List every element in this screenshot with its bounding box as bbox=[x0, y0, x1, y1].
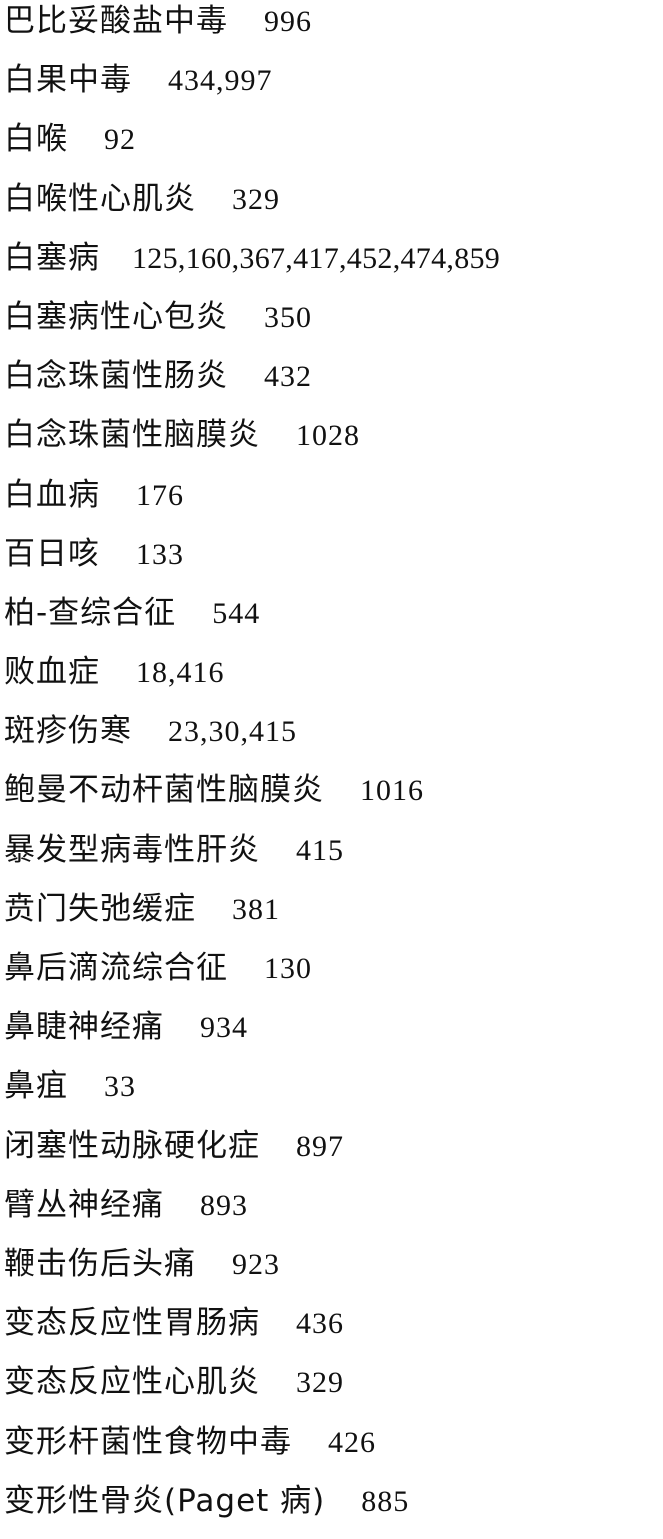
page-numbers: 893 bbox=[200, 1188, 248, 1222]
index-term: 变态反应性胃肠病 bbox=[4, 1305, 260, 1342]
index-entry: 白塞病性心包炎 350 bbox=[4, 296, 659, 355]
index-term: 贲门失弛缓症 bbox=[4, 890, 196, 927]
index-term: 鼻睫神经痛 bbox=[4, 1009, 164, 1046]
index-entry: 斑疹伤寒 23,30,415 bbox=[4, 710, 659, 769]
index-entry: 鼻睫神经痛 934 bbox=[4, 1006, 659, 1065]
page-numbers: 934 bbox=[200, 1011, 248, 1045]
index-term: 白塞病 bbox=[4, 239, 100, 276]
page-numbers: 133 bbox=[136, 537, 184, 571]
page-numbers: 92 bbox=[104, 123, 136, 157]
index-term: 斑疹伤寒 bbox=[4, 713, 132, 750]
index-term: 百日咳 bbox=[4, 535, 100, 572]
index-entry: 闭塞性动脉硬化症 897 bbox=[4, 1125, 659, 1184]
index-term: 白喉性心肌炎 bbox=[4, 180, 196, 217]
index-entry: 鞭击伤后头痛 923 bbox=[4, 1243, 659, 1302]
index-entry: 白血病 176 bbox=[4, 474, 659, 533]
index-term: 巴比妥酸盐中毒 bbox=[4, 3, 228, 39]
index-list: 巴比妥酸盐中毒 996 白果中毒 434,997 白喉 92 白喉性心肌炎 329 白塞… bbox=[4, 0, 659, 1539]
page-numbers: 544 bbox=[212, 596, 261, 630]
index-entry: 变形杆菌性食物中毒 426 bbox=[4, 1421, 659, 1480]
page-numbers: 923 bbox=[232, 1247, 280, 1281]
index-entry: 变态反应性心肌炎 329 bbox=[4, 1361, 659, 1420]
index-term: 变形性骨炎(Paget 病) bbox=[4, 1482, 326, 1519]
page-numbers: 350 bbox=[264, 300, 312, 334]
index-entry: 变形性骨炎(Paget 病) 885 bbox=[4, 1480, 659, 1539]
index-term: 鼻疽 bbox=[4, 1068, 68, 1105]
index-term: 白念珠菌性肠炎 bbox=[4, 358, 228, 395]
index-entry: 鲍曼不动杆菌性脑膜炎 1016 bbox=[4, 769, 659, 828]
index-entry: 白果中毒 434,997 bbox=[4, 59, 659, 118]
index-entry: 败血症 18,416 bbox=[4, 651, 659, 710]
index-term: 闭塞性动脉硬化症 bbox=[4, 1127, 260, 1164]
page-numbers: 996 bbox=[264, 5, 312, 38]
page-numbers: 426 bbox=[328, 1425, 376, 1459]
page-numbers: 897 bbox=[296, 1129, 344, 1163]
page-numbers: 18,416 bbox=[136, 656, 225, 690]
page-numbers: 432 bbox=[264, 360, 312, 394]
index-entry: 白念珠菌性脑膜炎 1028 bbox=[4, 414, 659, 473]
page-numbers: 176 bbox=[136, 478, 184, 512]
index-entry: 百日咳 133 bbox=[4, 533, 659, 592]
index-term: 变形杆菌性食物中毒 bbox=[4, 1423, 292, 1460]
page-numbers: 436 bbox=[296, 1307, 344, 1341]
index-term: 变态反应性心肌炎 bbox=[4, 1364, 260, 1401]
index-term: 白念珠菌性脑膜炎 bbox=[4, 417, 260, 454]
index-term: 鼻后滴流综合征 bbox=[4, 950, 228, 986]
page-numbers: 434,997 bbox=[168, 64, 273, 98]
index-entry: 白喉 92 bbox=[4, 118, 659, 177]
index-entry: 柏-查综合征 544 bbox=[4, 592, 659, 651]
index-term: 柏-查综合征 bbox=[4, 594, 177, 631]
index-entry: 变态反应性胃肠病 436 bbox=[4, 1302, 659, 1361]
index-term: 败血症 bbox=[4, 654, 100, 691]
page-numbers: 23,30,415 bbox=[168, 715, 297, 749]
page-numbers: 329 bbox=[232, 182, 280, 216]
index-entry: 贲门失弛缓症 381 bbox=[4, 888, 659, 947]
page-numbers: 130 bbox=[264, 952, 312, 985]
page-numbers: 1016 bbox=[360, 774, 424, 808]
page-numbers: 33 bbox=[104, 1070, 136, 1104]
index-entry: 白塞病 125,160,367,417,452,474,859 bbox=[4, 237, 659, 296]
page-numbers: 329 bbox=[296, 1366, 344, 1400]
index-entry: 臂丛神经痛 893 bbox=[4, 1184, 659, 1243]
index-entry: 鼻后滴流综合征 130 bbox=[4, 947, 659, 1006]
page-numbers: 125,160,367,417,452,474,859 bbox=[132, 241, 501, 275]
index-term: 白血病 bbox=[4, 476, 100, 513]
index-entry: 暴发型病毒性肝炎 415 bbox=[4, 829, 659, 888]
index-term: 白塞病性心包炎 bbox=[4, 298, 228, 335]
index-term: 鲍曼不动杆菌性脑膜炎 bbox=[4, 772, 324, 809]
index-term: 臂丛神经痛 bbox=[4, 1186, 164, 1223]
index-term: 暴发型病毒性肝炎 bbox=[4, 831, 260, 868]
index-term: 鞭击伤后头痛 bbox=[4, 1245, 196, 1282]
page-numbers: 1028 bbox=[296, 419, 360, 453]
index-entry: 巴比妥酸盐中毒 996 bbox=[4, 0, 659, 59]
page: { "entries": [ {"term": "巴比妥酸盐中毒", "page… bbox=[0, 0, 663, 1525]
index-entry: 白念珠菌性肠炎 432 bbox=[4, 355, 659, 414]
index-entry: 白喉性心肌炎 329 bbox=[4, 178, 659, 237]
index-term: 白果中毒 bbox=[4, 62, 132, 99]
page-numbers: 885 bbox=[361, 1484, 410, 1518]
index-term: 白喉 bbox=[4, 121, 68, 158]
index-entry: 鼻疽 33 bbox=[4, 1065, 659, 1124]
page-numbers: 381 bbox=[232, 892, 280, 926]
page-numbers: 415 bbox=[296, 833, 344, 867]
